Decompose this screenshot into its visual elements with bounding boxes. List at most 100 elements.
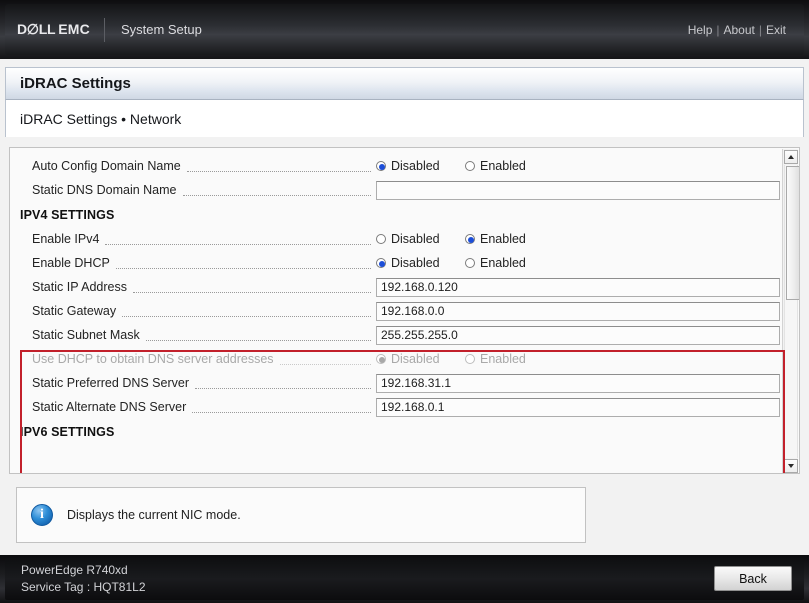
radio-option-label: Enabled [480,256,526,270]
logo-divider [104,18,105,42]
radio-option-label: Enabled [480,352,526,366]
text-input[interactable]: 192.168.0.1 [376,398,780,417]
leader-dots [116,268,371,269]
back-button[interactable]: Back [714,566,792,591]
radio-button-icon [465,161,475,171]
row-label: Static Subnet Mask [10,328,140,342]
radio-option: Disabled [376,352,465,366]
app-title: System Setup [121,22,202,37]
top-header-inner: D∅LLEMC System Setup Help|About|Exit [5,4,804,55]
row-control: Disabled Enabled [376,352,786,366]
scrollbar-thumb[interactable] [786,166,800,300]
row-label: Static Gateway [10,304,116,318]
dell-emc-logo: D∅LLEMC [17,21,90,38]
row-control: 192.168.0.120 [376,278,786,297]
text-input[interactable]: 192.168.0.0 [376,302,780,321]
radio-option-label: Disabled [391,232,440,246]
radio-button-icon [376,258,386,268]
chevron-up-icon [788,155,794,159]
scroll-up-button[interactable] [784,150,798,164]
row-label: Static Preferred DNS Server [10,376,189,390]
radio-button-icon [465,354,475,364]
row-label: Enable IPv4 [10,232,99,246]
text-input[interactable]: 192.168.31.1 [376,374,780,393]
text-input[interactable] [376,181,780,200]
radio-option[interactable]: Enabled [465,159,526,173]
leader-dots [195,388,371,389]
radio-option[interactable]: Enabled [465,256,526,270]
settings-row: Enable DHCP Disabled Enabled [10,251,786,275]
emc-wordmark: EMC [58,21,90,37]
leader-dots [192,412,371,413]
row-label: Auto Config Domain Name [10,159,181,173]
text-input[interactable]: 192.168.0.120 [376,278,780,297]
settings-row: Use DHCP to obtain DNS server addressesD… [10,347,786,371]
row-control [376,181,786,200]
row-control: Disabled Enabled [376,232,786,246]
scroll-down-button[interactable] [784,459,798,473]
row-label: Static IP Address [10,280,127,294]
scrollbar-track[interactable] [784,165,798,458]
row-label: Static DNS Domain Name [10,183,177,197]
section-heading: IPV6 SETTINGS [10,419,786,444]
settings-row: Static DNS Domain Name [10,178,786,202]
leader-dots [187,171,371,172]
leader-dots [280,364,371,365]
footer-inner: PowerEdge R740xd Service Tag : HQT81L2 B… [5,558,804,600]
leader-dots [146,340,371,341]
exit-link[interactable]: Exit [766,23,786,37]
radio-button-icon [465,258,475,268]
page-title: iDRAC Settings [20,75,131,92]
radio-option[interactable]: Disabled [376,232,465,246]
settings-row: Enable IPv4 Disabled Enabled [10,227,786,251]
form-scrollbar[interactable] [782,149,798,474]
radio-button-icon [376,161,386,171]
row-control: Disabled Enabled [376,159,786,173]
row-control: Disabled Enabled [376,256,786,270]
settings-form-panel: Auto Config Domain Name Disabled Enabled St… [9,147,800,474]
system-model: PowerEdge R740xd [21,563,128,577]
row-control: 192.168.0.1 [376,398,786,417]
settings-row: Static Preferred DNS Server 192.168.31.1 [10,371,786,395]
leader-dots [105,244,371,245]
radio-button-icon [376,354,386,364]
settings-row: Static Alternate DNS Server 192.168.0.1 [10,395,786,419]
page-title-bar: iDRAC Settings [5,67,804,100]
radio-option[interactable]: Disabled [376,256,465,270]
radio-option-label: Enabled [480,232,526,246]
settings-row: Static Subnet Mask 255.255.255.0 [10,323,786,347]
radio-option[interactable]: Disabled [376,159,465,173]
leader-dots [133,292,371,293]
row-control: 192.168.0.0 [376,302,786,321]
radio-option-label: Disabled [391,159,440,173]
radio-option-label: Disabled [391,256,440,270]
radio-option-label: Disabled [391,352,440,366]
help-link[interactable]: Help [688,23,713,37]
system-setup-screen: D∅LLEMC System Setup Help|About|Exit iDR… [0,0,809,603]
about-link[interactable]: About [724,23,755,37]
chevron-down-icon [788,464,794,468]
row-label: Static Alternate DNS Server [10,400,186,414]
breadcrumb-bar: iDRAC Settings • Network [5,100,804,137]
radio-option[interactable]: Enabled [465,232,526,246]
link-separator-1: | [716,23,719,37]
radio-option-label: Enabled [480,159,526,173]
header-links: Help|About|Exit [688,23,786,37]
link-separator-2: | [759,23,762,37]
info-message: Displays the current NIC mode. [67,508,241,522]
settings-rows: Auto Config Domain Name Disabled Enabled St… [10,148,786,444]
radio-option: Enabled [465,352,526,366]
breadcrumb: iDRAC Settings • Network [20,111,181,127]
settings-row: Static Gateway 192.168.0.0 [10,299,786,323]
help-info-panel: i Displays the current NIC mode. [16,487,586,543]
radio-button-icon [376,234,386,244]
dell-wordmark: D∅LL [17,21,55,37]
radio-button-icon [465,234,475,244]
row-label: Enable DHCP [10,256,110,270]
leader-dots [183,195,372,196]
row-control: 255.255.255.0 [376,326,786,345]
settings-row: Static IP Address 192.168.0.120 [10,275,786,299]
section-heading: IPV4 SETTINGS [10,202,786,227]
text-input[interactable]: 255.255.255.0 [376,326,780,345]
footer-bar: PowerEdge R740xd Service Tag : HQT81L2 B… [0,555,809,603]
